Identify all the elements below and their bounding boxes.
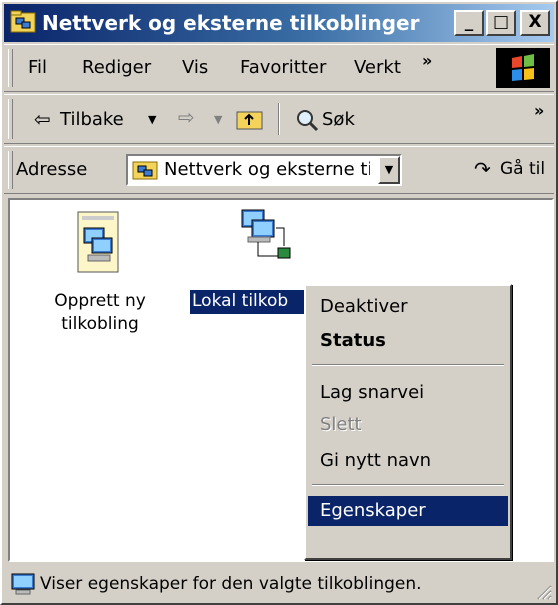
menu-favoritter[interactable]: Favoritter (240, 57, 326, 78)
menu-fil[interactable]: Fil (28, 57, 47, 78)
back-label: Tilbake (60, 109, 124, 130)
network-folder-small-icon (132, 161, 158, 180)
context-menu-lag-snarvei[interactable]: Lag snarvei (308, 378, 508, 408)
toolbar-separator (278, 103, 280, 135)
context-menu-deaktiver[interactable]: Deaktiver (308, 292, 508, 322)
windows-logo (496, 48, 550, 88)
toolbar-overflow-chevron[interactable]: » (534, 101, 544, 120)
search-button[interactable]: Søk (294, 103, 374, 137)
explorer-window: Nettverk og eksterne tilkoblinger _ □ X … (0, 0, 558, 605)
context-menu-separator (312, 364, 504, 366)
chevron-down-icon: ▼ (384, 163, 394, 176)
back-dropdown-icon: ▼ (148, 113, 157, 126)
context-menu-slett: Slett (320, 414, 362, 435)
back-button[interactable]: ⇦ Tilbake ▼ (24, 103, 164, 137)
new-connection-label-text: Opprett ny tilkobling (54, 291, 146, 334)
title-bar[interactable]: Nettverk og eksterne tilkoblinger _ □ X (4, 4, 554, 42)
menu-verktoy[interactable]: Verkt (354, 57, 401, 78)
windows-flag-icon (512, 54, 534, 81)
toolbar-grip[interactable] (8, 99, 13, 139)
up-folder-icon[interactable] (236, 107, 264, 131)
address-bar-grip[interactable] (8, 151, 13, 189)
local-connection-icon[interactable] (238, 206, 302, 266)
address-input[interactable]: Nettverk og eksterne tilkoblinger (164, 159, 370, 180)
window-title: Nettverk og eksterne tilkoblinger (42, 11, 420, 35)
status-bar: Viser egenskaper for den valgte tilkobli… (4, 568, 554, 602)
new-connection-wizard-icon[interactable] (70, 208, 126, 278)
go-button[interactable]: ↷ Gå til (466, 155, 552, 187)
local-connection-label-text: Lokal tilkob (192, 291, 289, 311)
menu-overflow-chevron[interactable]: » (422, 51, 432, 70)
context-menu-separator (312, 484, 504, 486)
address-bar: Adresse Nettverk og eksterne tilkoblinge… (4, 146, 554, 194)
address-label: Adresse (16, 159, 88, 180)
forward-button[interactable]: ⇨ (178, 105, 195, 129)
go-arrow-icon: ↷ (474, 157, 491, 181)
new-connection-label[interactable]: Opprett ny tilkobling (32, 290, 168, 336)
context-menu-status[interactable]: Status (308, 326, 508, 356)
status-text: Viser egenskaper for den valgte tilkobli… (40, 574, 422, 594)
go-label: Gå til (500, 159, 546, 179)
menu-bar: Fil Rediger Vis Favoritter Verkt » (4, 44, 554, 92)
minimize-button[interactable]: _ (454, 10, 484, 36)
address-dropdown-button[interactable]: ▼ (378, 156, 400, 184)
search-label: Søk (322, 109, 355, 130)
menu-vis[interactable]: Vis (182, 57, 208, 78)
standard-toolbar: ⇦ Tilbake ▼ ⇨ ▼ Søk » (4, 94, 554, 144)
network-folder-icon (10, 10, 36, 33)
search-icon (297, 110, 319, 132)
context-menu-egenskaper[interactable]: Egenskaper (308, 496, 508, 526)
forward-dropdown-icon[interactable]: ▼ (214, 113, 222, 126)
close-button[interactable]: X (520, 10, 550, 36)
address-combobox[interactable]: Nettverk og eksterne tilkoblinger ▼ (126, 154, 402, 186)
context-menu-gi-nytt-navn[interactable]: Gi nytt navn (308, 446, 508, 476)
back-arrow-icon: ⇦ (34, 107, 51, 131)
maximize-button[interactable]: □ (486, 10, 516, 36)
menu-bar-grip[interactable] (8, 49, 13, 87)
resize-grip-icon[interactable] (534, 582, 552, 600)
menu-rediger[interactable]: Rediger (82, 57, 151, 78)
network-status-icon (11, 573, 35, 595)
context-menu: Deaktiver Status Lag snarvei Slett Gi ny… (304, 284, 512, 560)
